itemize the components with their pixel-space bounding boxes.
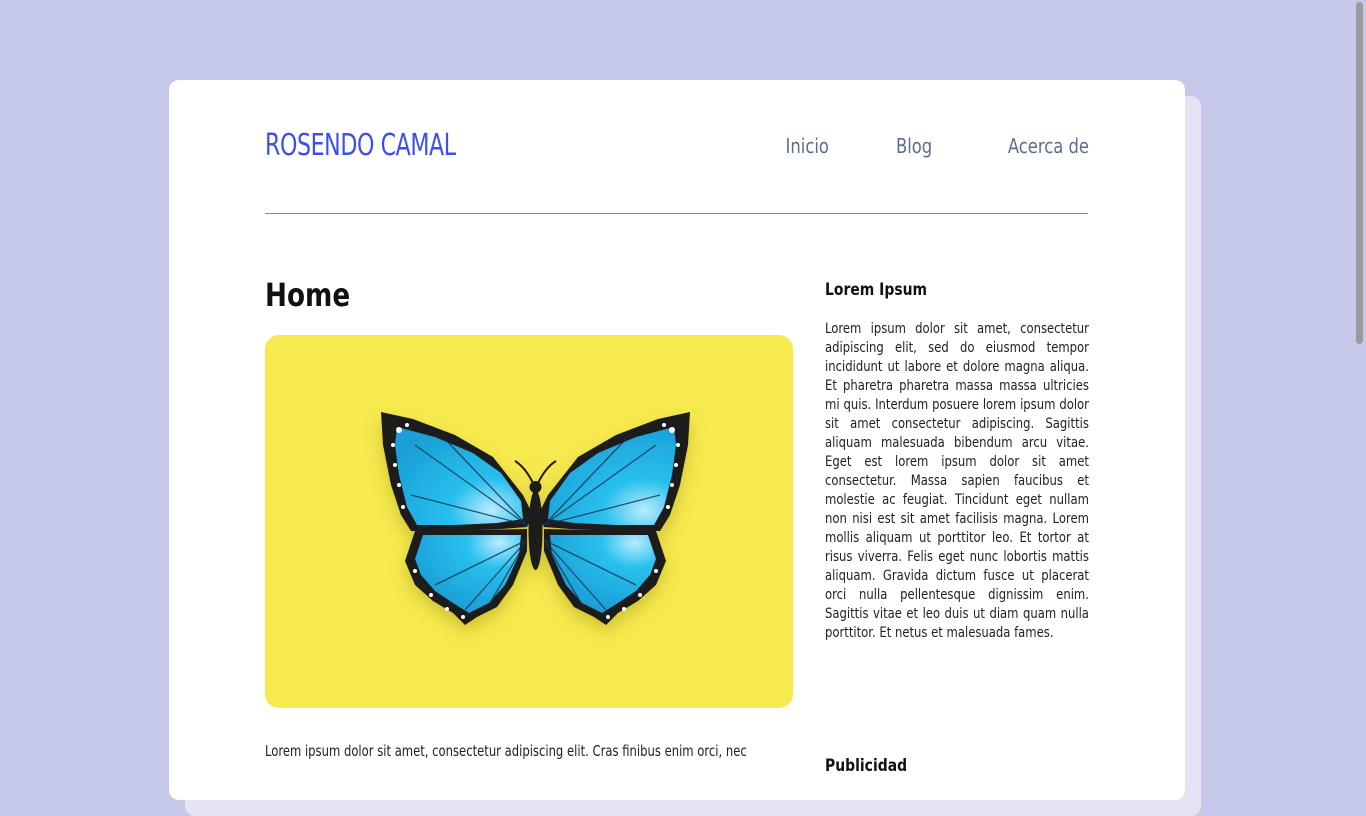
- sidebar-text: Lorem ipsum dolor sit amet, consectetur …: [825, 320, 1089, 643]
- sidebar-text-body: Lorem ipsum dolor sit amet, consectetur …: [825, 321, 1089, 641]
- sidebar-title: Lorem Ipsum: [825, 280, 928, 300]
- site-brand[interactable]: ROSENDO CAMAL: [265, 128, 456, 163]
- header-divider: [265, 213, 1088, 214]
- scrollbar-thumb[interactable]: [1356, 2, 1363, 344]
- main-paragraph: Lorem ipsum dolor sit amet, consectetur …: [265, 742, 793, 761]
- main-paragraph-text: Lorem ipsum dolor sit amet, consectetur …: [265, 742, 747, 760]
- sidebar-title-publicidad: Publicidad: [825, 756, 908, 776]
- page-scrollbar[interactable]: [1352, 0, 1366, 768]
- butterfly-icon: [381, 412, 690, 625]
- main-nav: Inicio Blog Acerca de: [776, 134, 1089, 158]
- page-title: Home: [265, 276, 351, 314]
- page-card: ROSENDO CAMAL Inicio Blog Acerca de Home: [169, 80, 1185, 800]
- nav-item-blog[interactable]: Blog: [896, 134, 932, 158]
- nav-item-acerca-de[interactable]: Acerca de: [1008, 134, 1089, 158]
- nav-item-inicio[interactable]: Inicio: [785, 134, 828, 158]
- hero-image: [265, 335, 793, 708]
